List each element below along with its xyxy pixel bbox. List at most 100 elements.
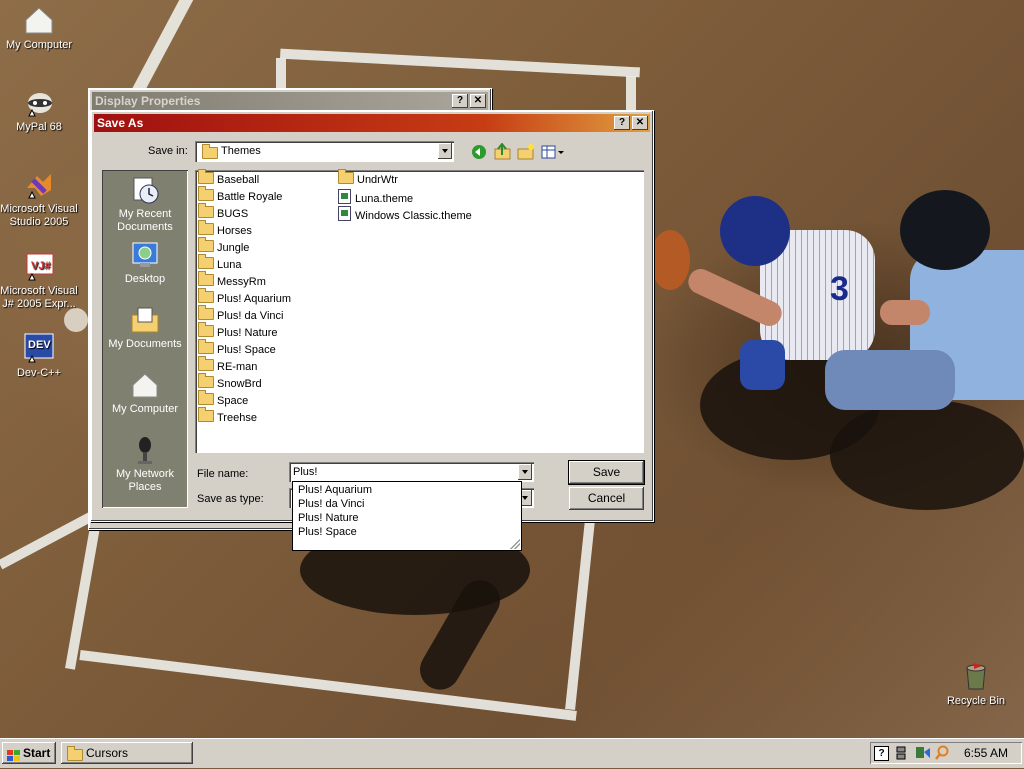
file-list[interactable]: Baseball Battle Royale BUGS Horses Jungle Lun…: [195, 169, 644, 453]
clock[interactable]: 6:55 AM: [964, 746, 1008, 760]
desktop-icon: [130, 240, 160, 270]
desktop-icon-devcpp[interactable]: DEV Dev-C++: [0, 332, 79, 380]
cancel-button[interactable]: Cancel: [569, 487, 644, 510]
desktop-icon-label: My Computer: [5, 39, 73, 51]
file-name-text: BUGS: [217, 208, 249, 220]
file-name-input[interactable]: Plus!: [289, 462, 534, 482]
file-name-text: Luna: [217, 259, 242, 271]
file-list-theme-file[interactable]: Windows Classic.theme: [338, 206, 472, 223]
svg-text:VJ#: VJ#: [31, 260, 51, 272]
taskbar: Start Cursors ? 6:55 AM: [0, 738, 1024, 768]
resize-grip-icon[interactable]: [510, 539, 520, 549]
place-my-computer[interactable]: My Computer: [102, 370, 188, 416]
folder-icon: [198, 373, 214, 388]
chevron-down-icon[interactable]: [518, 464, 532, 480]
mypal-icon: [23, 86, 55, 118]
file-list-folder[interactable]: Treehse: [198, 407, 257, 427]
close-button[interactable]: ✕: [632, 116, 648, 130]
autocomplete-item[interactable]: Plus! Space: [293, 525, 521, 539]
file-list-folder[interactable]: Plus! da Vinci: [198, 305, 283, 325]
file-list-folder[interactable]: Plus! Aquarium: [198, 288, 291, 308]
file-list-folder[interactable]: Battle Royale: [198, 186, 283, 206]
help-tray-icon[interactable]: ?: [874, 746, 889, 761]
file-list-folder[interactable]: Baseball: [198, 169, 260, 189]
file-name-text: RE-man: [217, 361, 258, 373]
file-list-folder[interactable]: MessyRm: [198, 271, 266, 291]
desktop-icon-label: Microsoft Visual Studio 2005: [0, 203, 78, 228]
dialog-title: Save As: [97, 116, 144, 130]
my-documents-icon: [130, 305, 160, 335]
file-list-folder[interactable]: UndrWtr: [338, 169, 398, 189]
autocomplete-list[interactable]: Plus! Aquarium Plus! da Vinci Plus! Natu…: [292, 481, 522, 551]
folder-icon: [198, 254, 214, 269]
file-name-text: Plus! Aquarium: [217, 293, 291, 305]
autocomplete-item[interactable]: Plus! Aquarium: [293, 483, 521, 497]
back-icon[interactable]: [471, 144, 487, 160]
desktop-icon-my-computer[interactable]: My Computer: [0, 4, 79, 52]
save-button[interactable]: Save: [568, 460, 645, 485]
display-properties-titlebar[interactable]: Display Properties ? ✕: [92, 92, 488, 110]
theme-file-icon: [338, 206, 351, 221]
chevron-down-icon[interactable]: [438, 143, 452, 159]
save-as-titlebar[interactable]: Save As ? ✕: [94, 114, 650, 132]
folder-icon: [198, 339, 214, 354]
folder-icon: [198, 305, 214, 320]
file-name-text: Jungle: [217, 242, 250, 254]
folder-icon: [198, 356, 214, 371]
help-button[interactable]: ?: [614, 116, 630, 130]
place-my-documents[interactable]: My Documents: [102, 305, 188, 351]
desktop-icon-visual-jsharp[interactable]: VJ# Microsoft Visual J# 2005 Expr...: [0, 250, 79, 311]
file-name-text: Plus! Space: [217, 344, 276, 356]
autocomplete-item[interactable]: Plus! Nature: [293, 511, 521, 525]
folder-icon: [198, 169, 214, 184]
file-list-folder[interactable]: Plus! Space: [198, 339, 276, 359]
up-folder-icon[interactable]: [494, 142, 512, 160]
file-list-theme-file[interactable]: Luna.theme: [338, 189, 413, 206]
folder-icon: [67, 746, 83, 761]
taskbar-button-cursors[interactable]: Cursors: [61, 742, 193, 764]
desktop-icon-label: Recycle Bin: [946, 695, 1006, 707]
new-folder-icon[interactable]: [517, 143, 535, 160]
folder-icon: [198, 390, 214, 405]
volume-tray-icon[interactable]: [915, 745, 931, 761]
close-button[interactable]: ✕: [470, 94, 486, 108]
save-as-dialog[interactable]: Save As ? ✕ Save in: Themes My Recent Do…: [90, 110, 654, 522]
file-name-text: MessyRm: [217, 276, 266, 288]
place-label: Desktop: [124, 273, 166, 285]
file-name-text: Baseball: [217, 174, 260, 186]
folder-icon: [198, 407, 214, 422]
file-name-text: Treehse: [217, 412, 257, 424]
autocomplete-item[interactable]: Plus! da Vinci: [293, 497, 521, 511]
help-button[interactable]: ?: [452, 94, 468, 108]
place-my-network-places[interactable]: My Network Places: [102, 435, 188, 494]
start-button[interactable]: Start: [2, 742, 56, 764]
svg-text:DEV: DEV: [28, 339, 51, 351]
file-list-folder[interactable]: Horses: [198, 220, 252, 240]
file-name-text: UndrWtr: [357, 174, 398, 186]
search-tray-icon[interactable]: [934, 745, 950, 761]
network-tray-icon[interactable]: [895, 745, 907, 761]
windows-logo-icon: [7, 747, 21, 761]
desktop-icon-label: Dev-C++: [16, 367, 62, 379]
file-list-folder[interactable]: RE-man: [198, 356, 258, 376]
taskbar-button-label: Cursors: [86, 746, 129, 760]
desktop-icon-recycle-bin[interactable]: Recycle Bin: [936, 660, 1016, 708]
file-list-folder[interactable]: Plus! Nature: [198, 322, 278, 342]
place-desktop[interactable]: Desktop: [102, 240, 188, 286]
folder-icon: [338, 169, 354, 184]
views-menu-icon[interactable]: [541, 144, 565, 160]
place-label: My Documents: [108, 338, 182, 350]
folder-icon: [198, 186, 214, 201]
file-name-text: Horses: [217, 225, 252, 237]
file-name-text: Battle Royale: [217, 191, 283, 203]
devcpp-icon: DEV: [23, 332, 55, 364]
desktop-icon-visual-studio[interactable]: Microsoft Visual Studio 2005: [0, 168, 79, 229]
save-in-dropdown[interactable]: Themes: [195, 141, 454, 162]
file-name-value: Plus!: [293, 466, 318, 478]
file-list-folder[interactable]: SnowBrd: [198, 373, 262, 393]
save-in-label: Save in:: [148, 145, 188, 157]
place-my-recent-documents[interactable]: My Recent Documents: [102, 175, 188, 234]
place-label: My Computer: [111, 403, 179, 415]
file-name-label: File name:: [197, 468, 249, 480]
desktop-icon-mypal[interactable]: MyPal 68: [0, 86, 79, 134]
